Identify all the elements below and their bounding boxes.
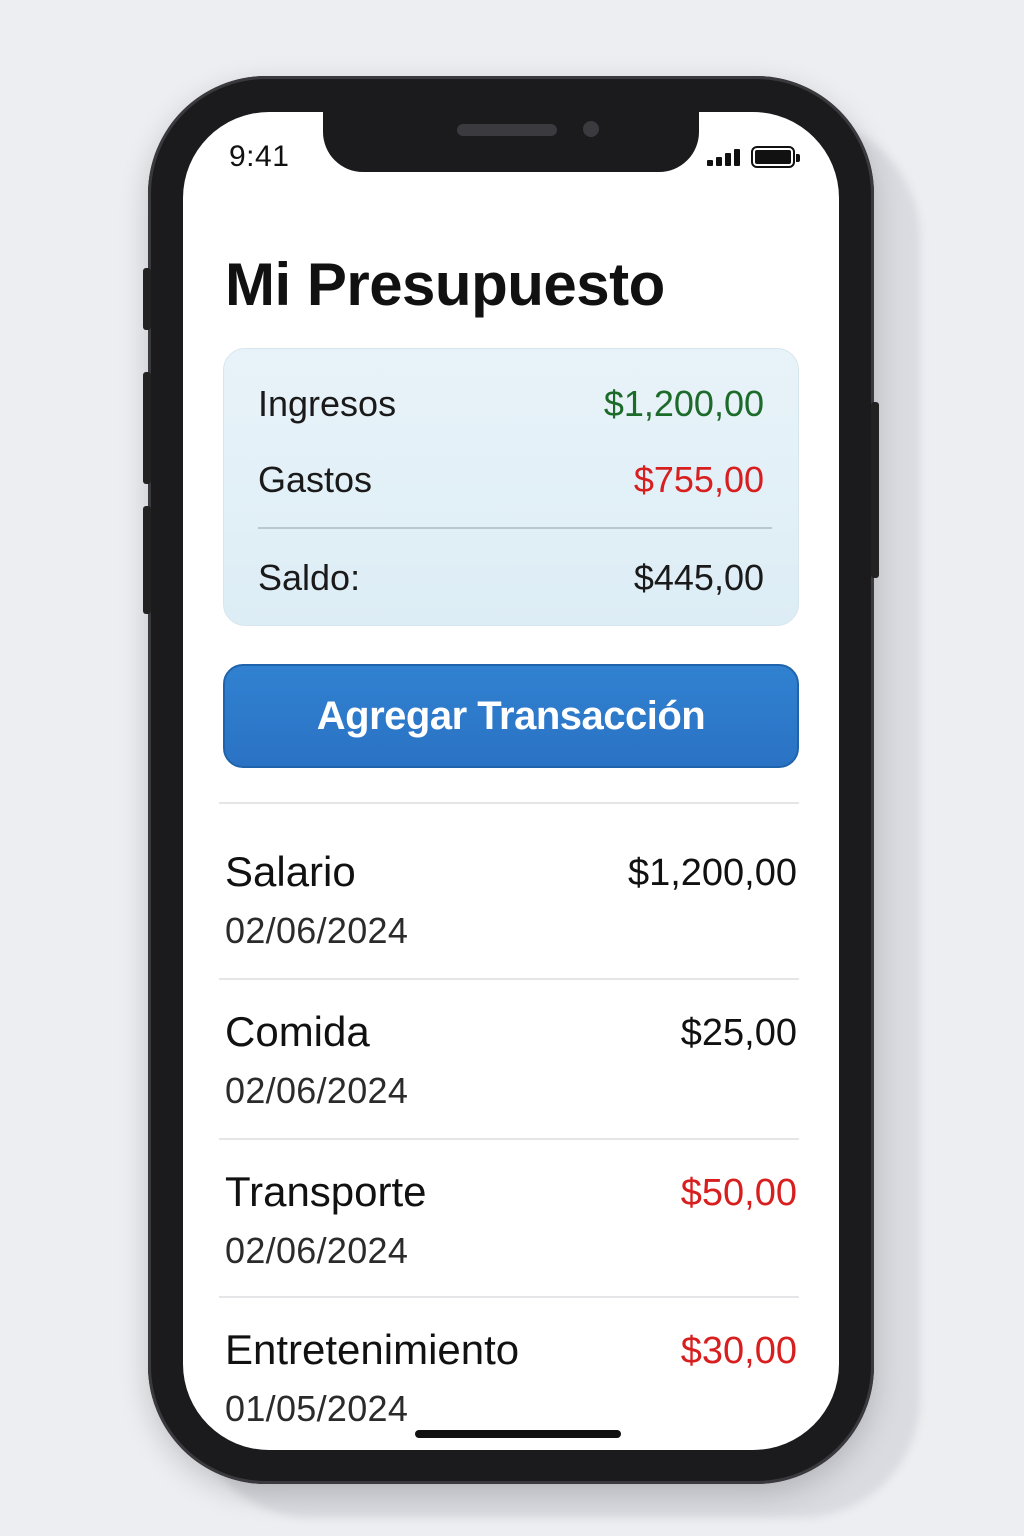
income-label: Ingresos xyxy=(258,383,397,424)
mute-switch xyxy=(143,268,151,330)
notch xyxy=(323,112,699,172)
transaction-amount: $25,00 xyxy=(680,1012,797,1054)
income-row: Ingresos $1,200,00 xyxy=(258,383,764,425)
balance-row: Saldo: $445,00 xyxy=(258,557,764,599)
speaker-grille xyxy=(457,124,557,136)
balance-value: $445,00 xyxy=(633,557,764,598)
expense-label: Gastos xyxy=(258,459,373,500)
status-time: 9:41 xyxy=(229,140,290,173)
transaction-amount: $50,00 xyxy=(680,1172,797,1214)
summary-divider xyxy=(258,527,772,529)
transaction-amount: $30,00 xyxy=(680,1330,797,1372)
screen: 9:41 Mi Presupuesto Ingresos $1,200,00 G… xyxy=(183,112,839,1450)
volume-down-button xyxy=(143,506,151,614)
list-divider xyxy=(219,802,799,804)
transaction-name: Salario xyxy=(225,848,356,895)
signal-icon xyxy=(707,148,741,166)
list-divider xyxy=(219,978,799,980)
transaction-date: 02/06/2024 xyxy=(225,910,409,951)
transaction-date: 02/06/2024 xyxy=(225,1230,409,1271)
stage: 9:41 Mi Presupuesto Ingresos $1,200,00 G… xyxy=(0,0,1024,1536)
balance-label: Saldo: xyxy=(258,557,361,598)
battery-icon xyxy=(751,146,800,168)
income-value: $1,200,00 xyxy=(603,383,764,424)
transaction-name: Entretenimiento xyxy=(225,1326,520,1373)
transaction-date: 02/06/2024 xyxy=(225,1070,409,1111)
summary-card: Ingresos $1,200,00 Gastos $755,00 Saldo:… xyxy=(223,348,799,626)
front-camera xyxy=(583,121,599,137)
page-title: Mi Presupuesto xyxy=(225,251,665,318)
expense-row: Gastos $755,00 xyxy=(258,459,764,501)
volume-up-button xyxy=(143,372,151,484)
transaction-row[interactable]: Comida 02/06/2024 $25,00 xyxy=(225,1008,797,1158)
list-divider xyxy=(219,1296,799,1298)
transaction-name: Comida xyxy=(225,1008,370,1055)
list-divider xyxy=(219,1138,799,1140)
transaction-amount: $1,200,00 xyxy=(627,852,797,894)
transaction-row[interactable]: Salario 02/06/2024 $1,200,00 xyxy=(225,848,797,998)
transaction-date: 01/05/2024 xyxy=(225,1388,409,1429)
transaction-name: Transporte xyxy=(225,1168,427,1215)
power-button xyxy=(871,402,879,578)
expense-value: $755,00 xyxy=(633,459,764,500)
home-indicator[interactable] xyxy=(415,1430,621,1438)
add-transaction-button[interactable]: Agregar Transacción xyxy=(223,664,799,768)
